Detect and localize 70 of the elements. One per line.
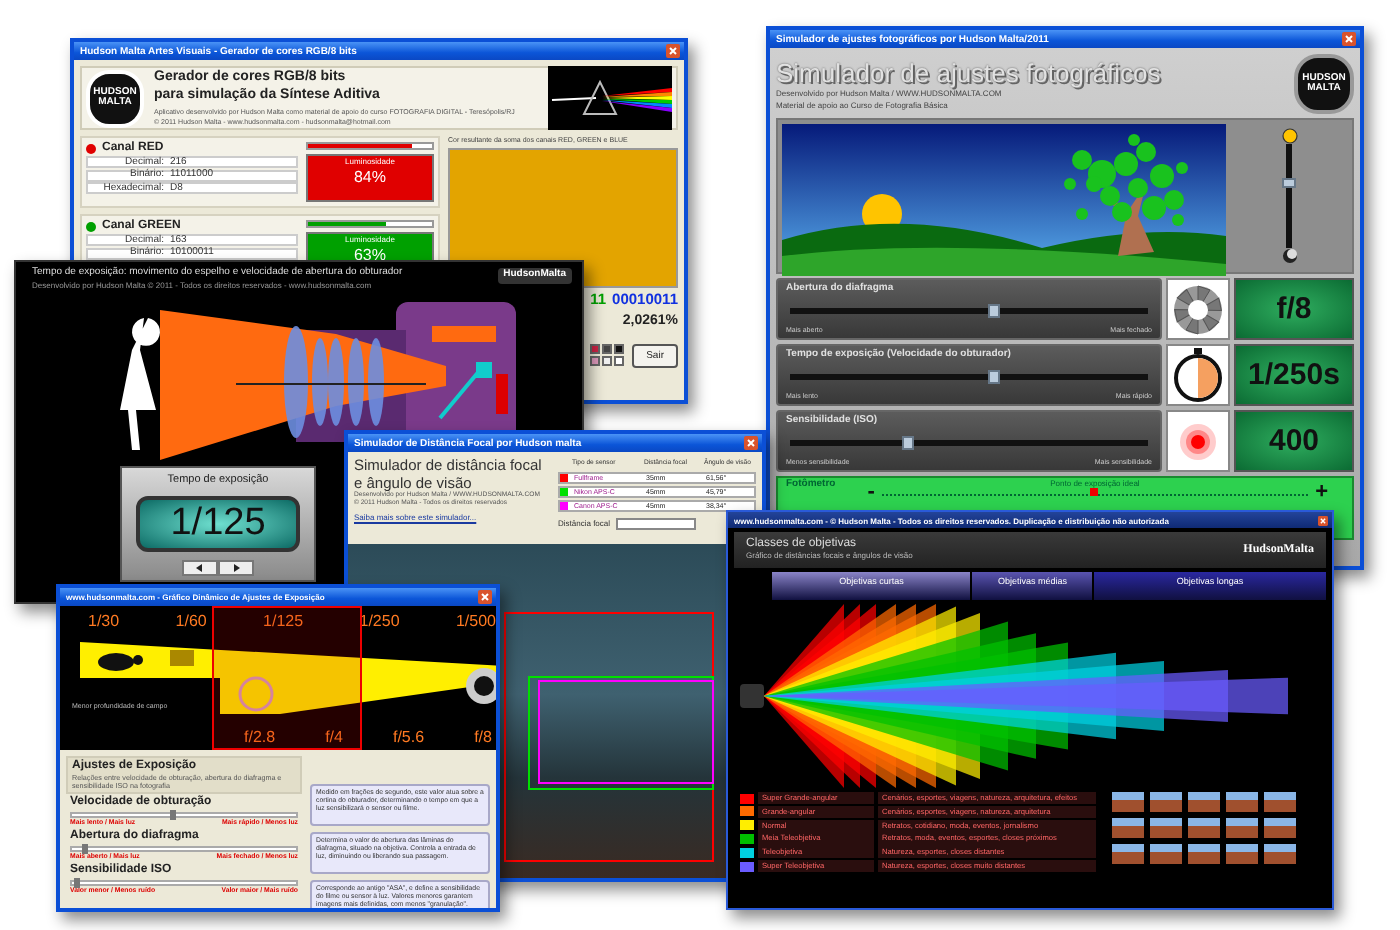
color-swatch[interactable] [590,344,601,355]
shutter-speed-label: 1/30 [88,611,120,629]
previous-button[interactable] [182,560,218,577]
photo-thumbnail[interactable] [1264,818,1296,838]
shutter-speed-label: 1/60 [175,611,207,629]
aperture-label: f/5.6 [392,727,425,745]
aperture-icon [1172,283,1224,335]
slider-thumb[interactable] [988,303,1001,318]
photo-thumbnail[interactable] [1150,792,1182,812]
photo-thumbnail[interactable] [1112,792,1144,812]
color-swatch[interactable] [614,356,625,367]
slider-track[interactable] [306,220,434,228]
photo-thumbnail[interactable] [1188,818,1220,838]
value-display: 1/250s [1234,344,1354,406]
close-icon[interactable] [478,590,492,604]
next-button[interactable] [218,560,254,577]
slider-track[interactable] [70,812,298,819]
slider-thumb[interactable] [1282,177,1296,188]
photo-thumbnail[interactable] [1188,844,1220,864]
photo-thumbnail[interactable] [1112,818,1144,838]
color-swatch[interactable] [602,344,613,355]
focal-length-field[interactable] [616,518,697,530]
value-display: f/8 [1234,278,1354,340]
plus-sign: + [1315,480,1328,506]
color-swatch[interactable] [602,356,613,367]
aperture-label: f/2.8 [244,727,276,745]
photo-thumbnail[interactable] [1226,844,1258,864]
photo-thumbnail[interactable] [1226,818,1258,838]
slider-track[interactable] [790,439,1148,446]
photo-thumbnail[interactable] [1150,818,1182,838]
close-icon[interactable] [666,44,680,58]
color-swatch[interactable] [590,356,601,367]
photo-thumbnail[interactable] [1226,792,1258,812]
slider-track[interactable] [790,373,1148,380]
photo-thumbnail[interactable] [1112,844,1144,864]
photo-thumbnail[interactable] [1150,844,1182,864]
aperture-label: f/4 [325,727,343,745]
stopwatch-icon [1172,347,1224,403]
slider-track[interactable] [70,879,298,886]
aperture-label: f/8 [474,727,492,745]
minus-sign: - [867,480,875,506]
slider-thumb[interactable] [170,810,177,821]
slider-track[interactable] [70,845,298,852]
close-icon[interactable] [1318,515,1328,525]
color-swatch[interactable] [614,344,625,355]
slider-thumb[interactable] [74,877,81,888]
slider-track[interactable] [790,307,1148,314]
moon-icon [1281,248,1297,264]
slider-track[interactable] [306,142,434,150]
shutter-speed-label: 1/125 [263,611,304,629]
photo-thumbnail[interactable] [1188,792,1220,812]
slider-thumb[interactable] [988,369,1001,384]
slider-thumb[interactable] [81,843,88,854]
slider-thumb[interactable] [902,435,915,450]
shutter-speed-label: 1/250 [359,611,400,629]
target-icon [1178,421,1218,461]
photo-thumbnail[interactable] [1264,792,1296,812]
close-icon[interactable] [1342,32,1356,46]
caret-left-icon [196,564,204,573]
close-icon[interactable] [744,436,758,450]
prism-drawing [548,66,672,130]
value-display: 400 [1234,410,1354,472]
luminosity-reading: 84% [353,167,386,186]
caret-right-icon [232,564,240,573]
time-display: 1/125 [136,495,300,551]
photo-thumbnail[interactable] [1264,844,1296,864]
app-heading: Simulador de ajustes fotográficos [776,57,1161,88]
sun-icon [1281,128,1297,144]
shutter-speed-label: 1/500 [455,611,496,629]
luminosity-reading: 63% [353,245,386,264]
